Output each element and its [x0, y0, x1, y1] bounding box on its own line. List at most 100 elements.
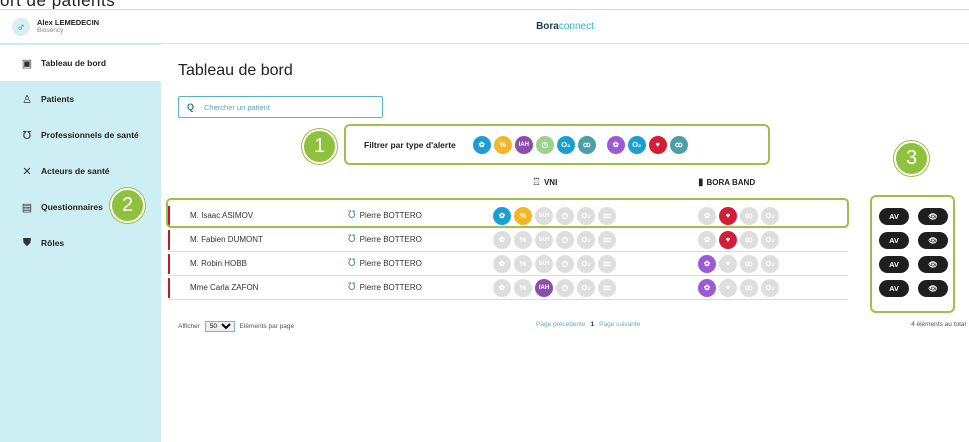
sidebar: ♂ Alex LEMEDECIN Biosency ▣ Tableau de bo…: [0, 10, 161, 442]
leak-alert-icon: %: [514, 254, 532, 273]
search-box[interactable]: Q: [178, 96, 383, 118]
brand-logo-part2: connect: [558, 21, 594, 32]
av-button[interactable]: AV: [879, 280, 909, 297]
iah-alert-icon[interactable]: IAH: [514, 135, 533, 154]
view-eye-button[interactable]: 👁: [918, 208, 948, 225]
annotation-badge-3: 3: [894, 141, 929, 176]
heart-alert-icon: ♥: [719, 254, 737, 273]
gear-alert-icon: ✿: [493, 278, 511, 297]
user-name: Alex LEMEDECIN: [37, 18, 100, 27]
sidebar-item-label: Tableau de bord: [41, 58, 107, 68]
main-content: Tableau de bord Q Filtrer par type d'ale…: [110, 45, 969, 442]
table-row[interactable]: Mme Carla ZAFON ℧ Pierre BOTTERO ✿% IAH ◷ O₂ ꝏ ✿…: [168, 276, 848, 300]
search-icon: Q: [187, 102, 195, 112]
gear-alert-icon[interactable]: ✿: [606, 135, 625, 154]
lungs-alert-icon[interactable]: ꝏ: [669, 135, 688, 154]
sidebar-item-professionnels[interactable]: ℧ Professionnels de santé: [0, 117, 161, 153]
oxygen-alert-icon: O₂: [761, 230, 779, 249]
stethoscope-icon: ℧: [22, 129, 32, 142]
gear-alert-icon: ✿: [698, 278, 716, 297]
gear-alert-icon: ✿: [698, 254, 716, 273]
app-header: Bora connect: [161, 10, 969, 44]
sidebar-item-roles[interactable]: ⛊ Rôles: [0, 225, 161, 261]
clock-alert-icon[interactable]: ◷: [535, 135, 554, 154]
page-size-select[interactable]: 50: [204, 321, 235, 332]
sidebar-item-label: Professionnels de santé: [41, 130, 139, 140]
alert-filter-box: Filtrer par type d'alerte ✿% IAH ◷ O₂ ꝏ ✿ O₂ ♥…: [344, 124, 770, 165]
page-size-control: Afficher 50 Eléments par page: [178, 321, 294, 332]
lungs-alert-icon: ꝏ: [598, 230, 616, 249]
view-eye-button[interactable]: 👁: [918, 256, 948, 273]
band-alerts: ✿ ♥ ꝏ O₂: [698, 230, 782, 249]
gear-alert-icon: ✿: [493, 254, 511, 273]
lungs-alert-icon: ꝏ: [740, 254, 758, 273]
iah-alert-icon: IAH: [535, 254, 553, 273]
stethoscope-icon: ℧: [348, 258, 356, 269]
annotation-badge-2: 2: [110, 188, 145, 223]
doctor-cell: ℧ Pierre BOTTERO: [348, 234, 422, 245]
doctor-name: Pierre BOTTERO: [359, 235, 422, 244]
row-highlight-outline: [166, 198, 849, 228]
doctor-name: Pierre BOTTERO: [359, 283, 422, 292]
band-alerts: ✿ ♥ ꝏ O₂: [698, 278, 782, 297]
wristband-icon: ▮: [698, 177, 704, 188]
view-eye-button[interactable]: 👁: [918, 280, 948, 297]
user-org: Biosency: [37, 27, 64, 34]
top-fragment-text: ort de patients: [0, 0, 140, 9]
lungs-alert-icon: ꝏ: [740, 230, 758, 249]
doctor-name: Pierre BOTTERO: [359, 259, 422, 268]
oxygen-alert-icon: O₂: [577, 230, 595, 249]
patient-name[interactable]: M. Fabien DUMONT: [190, 235, 263, 244]
heart-alert-icon: ♥: [719, 278, 737, 297]
shield-icon: ⛊: [22, 236, 32, 249]
oxygen-alert-icon[interactable]: O₂: [627, 135, 646, 154]
av-button[interactable]: AV: [879, 232, 909, 249]
sidebar-item-patients[interactable]: ♙ Patients: [0, 81, 161, 117]
patient-name[interactable]: Mme Carla ZAFON: [190, 283, 258, 292]
column-label: VNI: [543, 178, 558, 187]
prev-page-link[interactable]: Page précédente: [536, 321, 586, 328]
heart-alert-icon: ♥: [719, 230, 737, 249]
sidebar-item-acteurs[interactable]: ✕ Acteurs de santé: [0, 153, 161, 189]
column-header-bora-band: ▮ BORA BAND: [698, 177, 755, 188]
annotation-badge-1: 1: [302, 129, 337, 164]
band-alerts: ✿ ♥ ꝏ O₂: [698, 254, 782, 273]
lungs-alert-icon[interactable]: ꝏ: [577, 135, 596, 154]
iah-alert-icon: IAH: [535, 230, 553, 249]
clock-alert-icon: ◷: [556, 254, 574, 273]
vni-alerts: ✿% IAH ◷ O₂ ꝏ: [493, 278, 619, 297]
sidebar-item-label: Patients: [41, 94, 75, 104]
heart-alert-icon[interactable]: ♥: [648, 135, 667, 154]
calendar-icon: ▣: [21, 57, 33, 70]
column-label: BORA BAND: [706, 178, 756, 187]
patient-name[interactable]: M. Robin HOBB: [190, 259, 247, 268]
column-header-vni: ♖ VNI: [532, 177, 557, 188]
sidebar-item-tableau-de-bord[interactable]: ▣ Tableau de bord: [0, 45, 161, 81]
av-button[interactable]: AV: [879, 256, 909, 273]
stethoscope-icon: ℧: [348, 282, 356, 293]
gender-icon: ♂: [12, 17, 30, 36]
av-button[interactable]: AV: [879, 208, 909, 225]
total-count: 4 éléments au total: [911, 321, 966, 328]
oxygen-alert-icon: O₂: [577, 278, 595, 297]
person-icon: ♙: [22, 93, 32, 106]
user-profile[interactable]: ♂ Alex LEMEDECIN Biosency: [0, 10, 161, 44]
view-eye-button[interactable]: 👁: [918, 232, 948, 249]
gear-alert-icon[interactable]: ✿: [472, 135, 491, 154]
oxygen-alert-icon[interactable]: O₂: [556, 135, 575, 154]
next-page-link[interactable]: Page suivante: [599, 321, 640, 328]
iah-alert-icon: IAH: [535, 278, 553, 297]
doctor-cell: ℧ Pierre BOTTERO: [348, 258, 422, 269]
page-title: Tableau de bord: [178, 62, 293, 79]
band-filter-icons: ✿ O₂ ♥ ꝏ: [606, 135, 691, 154]
table-row[interactable]: M. Robin HOBB ℧ Pierre BOTTERO ✿% IAH ◷ O₂ ꝏ ✿ ♥ ꝏ…: [168, 252, 848, 276]
oxygen-alert-icon: O₂: [761, 254, 779, 273]
clock-alert-icon: ◷: [556, 278, 574, 297]
brand-logo-part1: Bora: [536, 21, 559, 32]
search-input[interactable]: [204, 102, 365, 112]
leak-alert-icon: %: [514, 278, 532, 297]
leak-alert-icon[interactable]: %: [493, 135, 512, 154]
tools-icon: ✕: [22, 165, 32, 178]
oxygen-alert-icon: O₂: [577, 254, 595, 273]
table-row[interactable]: M. Fabien DUMONT ℧ Pierre BOTTERO ✿% IAH ◷ O₂ ꝏ…: [168, 228, 848, 252]
